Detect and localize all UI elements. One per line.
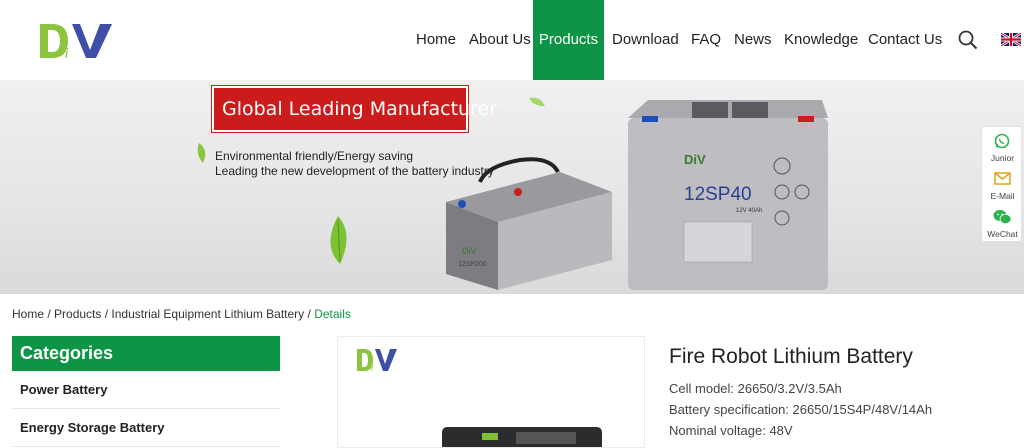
contact-side-panel: Junior E-Mail WeChat <box>981 126 1022 242</box>
nav-news[interactable]: News <box>734 0 772 80</box>
banner-title: Global Leading Manufacturer <box>222 98 497 120</box>
battery-back-model: 12SP200 <box>458 261 487 268</box>
battery-front-image: DiV 12SP40 12V 40Ah <box>628 100 828 290</box>
svg-text:i: i <box>371 363 374 373</box>
battery-front-sub: 12V 40Ah <box>736 208 762 214</box>
breadcrumb: Home / Products / Industrial Equipment L… <box>12 307 351 321</box>
battery-front-brand: DiV <box>684 152 706 167</box>
whatsapp-icon <box>994 133 1010 149</box>
nav-faq[interactable]: FAQ <box>691 0 721 80</box>
leaf-icon <box>197 143 206 163</box>
battery-product-image <box>442 427 602 447</box>
banner-line-1: Environmental friendly/Energy saving <box>215 149 414 163</box>
category-divider <box>12 446 280 447</box>
side-email[interactable]: E-Mail <box>982 167 1023 205</box>
breadcrumb-sep: / <box>304 307 315 321</box>
category-energy-storage-battery[interactable]: Energy Storage Battery <box>20 420 165 435</box>
nav-download[interactable]: Download <box>612 0 679 80</box>
leaf-icon <box>529 97 545 107</box>
breadcrumb-sep: / <box>44 307 55 321</box>
div-logo[interactable]: i <box>38 20 118 62</box>
site-header: i Home About Us Products Download FAQ Ne… <box>0 0 1024 80</box>
nav-knowledge[interactable]: Knowledge <box>784 0 858 80</box>
breadcrumb-category[interactable]: Industrial Equipment Lithium Battery <box>111 307 304 321</box>
nav-about-us[interactable]: About Us <box>469 0 531 80</box>
category-divider <box>12 408 280 409</box>
category-power-battery[interactable]: Power Battery <box>20 382 107 397</box>
hero-banner: Global Leading Manufacturer Environmenta… <box>0 80 1024 294</box>
email-icon <box>994 172 1011 185</box>
banner-title-box: Global Leading Manufacturer <box>212 86 497 132</box>
product-spec-battery-specification: Battery specification: 26650/15S4P/48V/1… <box>669 402 933 417</box>
battery-back-brand: DiV <box>462 246 477 256</box>
breadcrumb-sep: / <box>101 307 112 321</box>
breadcrumb-home[interactable]: Home <box>12 307 44 321</box>
product-image-logo: i <box>357 349 397 373</box>
categories-title: Categories <box>20 343 114 363</box>
side-email-label: E-Mail <box>990 191 1015 201</box>
breadcrumb-current: Details <box>314 307 351 321</box>
uk-flag-icon[interactable] <box>1001 33 1021 46</box>
product-spec-nominal-voltage: Nominal voltage: 48V <box>669 423 793 438</box>
side-whatsapp[interactable]: Junior <box>982 129 1023 167</box>
leaf-icon <box>330 216 347 264</box>
nav-contact-us[interactable]: Contact Us <box>868 0 942 80</box>
product-spec-cell-model: Cell model: 26650/3.2V/3.5Ah <box>669 381 842 396</box>
breadcrumb-products[interactable]: Products <box>54 307 101 321</box>
product-image-box[interactable]: i <box>337 336 645 448</box>
wechat-icon <box>993 210 1012 224</box>
side-wechat-label: WeChat <box>987 229 1018 239</box>
nav-products[interactable]: Products <box>533 0 604 80</box>
svg-text:i: i <box>65 45 69 61</box>
side-wechat[interactable]: WeChat <box>982 205 1023 243</box>
search-icon[interactable] <box>958 30 978 50</box>
product-title: Fire Robot Lithium Battery <box>669 345 913 368</box>
battery-back-image: DiV 12SP200 <box>446 157 612 290</box>
battery-front-model: 12SP40 <box>684 184 752 205</box>
categories-header: Categories <box>12 336 280 371</box>
side-whatsapp-label: Junior <box>990 153 1015 163</box>
nav-home[interactable]: Home <box>416 0 456 80</box>
